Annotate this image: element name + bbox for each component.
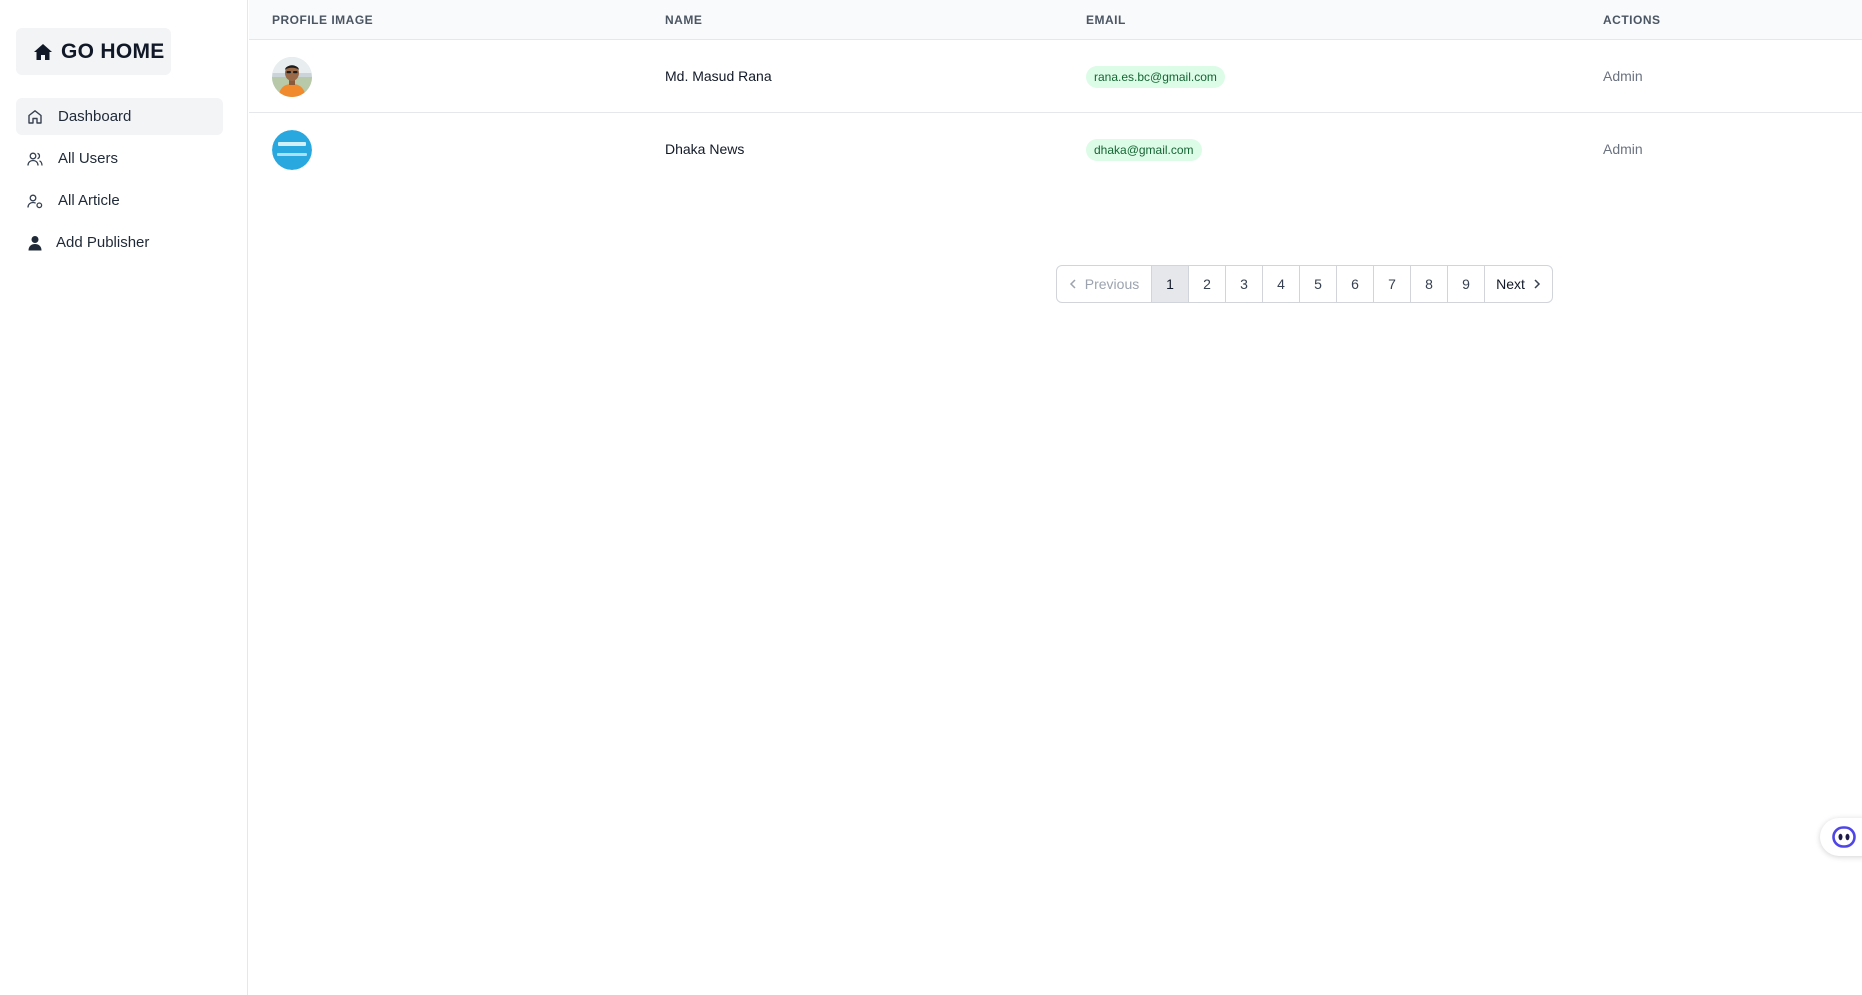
go-home-button[interactable]: GO HOME [16,28,171,75]
role-label: Admin [1603,141,1643,157]
next-label: Next [1496,276,1525,292]
users-icon [27,152,43,166]
page-button-3[interactable]: 3 [1225,266,1262,302]
previous-label: Previous [1084,276,1140,292]
email-badge: rana.es.bc@gmail.com [1086,66,1225,88]
previous-page-button[interactable]: Previous [1057,266,1151,302]
home-solid-icon [34,43,52,60]
column-header-actions: ACTIONS [1603,13,1661,27]
next-page-button[interactable]: Next [1484,266,1552,302]
user-settings-icon [27,194,43,208]
column-header-name: NAME [665,13,703,27]
home-outline-icon [28,109,42,124]
page-button-9[interactable]: 9 [1447,266,1484,302]
avatar [272,130,312,170]
avatar [272,57,312,97]
chevron-right-icon [1534,279,1540,289]
assistant-widget-button[interactable] [1820,818,1862,856]
assistant-face-icon [1832,826,1856,848]
user-solid-icon [28,235,42,250]
go-home-label: GO HOME [61,39,165,63]
page-button-7[interactable]: 7 [1373,266,1410,302]
sidebar-item-dashboard[interactable]: Dashboard [16,98,223,135]
user-name: Dhaka News [665,141,745,157]
sidebar: GO HOME Dashboard All Users All Article … [0,0,248,995]
column-header-profile-image: PROFILE IMAGE [272,13,374,27]
chevron-left-icon [1069,279,1076,289]
table-body: Md. Masud Rana rana.es.bc@gmail.com Admi… [249,40,1862,186]
profile-photo-icon [272,57,312,97]
sidebar-item-label: All Users [58,150,119,167]
pagination: Previous 1 2 3 4 5 6 7 8 9 Next [1056,265,1553,303]
page-button-1[interactable]: 1 [1151,266,1188,302]
logo-avatar-icon [272,130,312,170]
role-label: Admin [1603,68,1643,84]
sidebar-nav: Dashboard All Users All Article Add Publ… [16,98,223,266]
user-name: Md. Masud Rana [665,68,772,84]
page-button-6[interactable]: 6 [1336,266,1373,302]
page-button-4[interactable]: 4 [1262,266,1299,302]
table-row: Dhaka News dhaka@gmail.com Admin [249,113,1862,186]
sidebar-item-add-publisher[interactable]: Add Publisher [16,224,223,261]
page-button-5[interactable]: 5 [1299,266,1336,302]
table-header: PROFILE IMAGE NAME EMAIL ACTIONS [249,0,1862,40]
page-button-2[interactable]: 2 [1188,266,1225,302]
table-row: Md. Masud Rana rana.es.bc@gmail.com Admi… [249,40,1862,113]
users-table-panel: PROFILE IMAGE NAME EMAIL ACTIONS Md. Mas… [249,0,1862,995]
email-badge: dhaka@gmail.com [1086,139,1202,161]
sidebar-item-label: All Article [58,192,120,209]
sidebar-item-all-article[interactable]: All Article [16,182,223,219]
sidebar-item-label: Dashboard [58,108,132,125]
column-header-email: EMAIL [1086,13,1126,27]
sidebar-item-label: Add Publisher [56,234,150,251]
page-button-8[interactable]: 8 [1410,266,1447,302]
sidebar-item-all-users[interactable]: All Users [16,140,223,177]
